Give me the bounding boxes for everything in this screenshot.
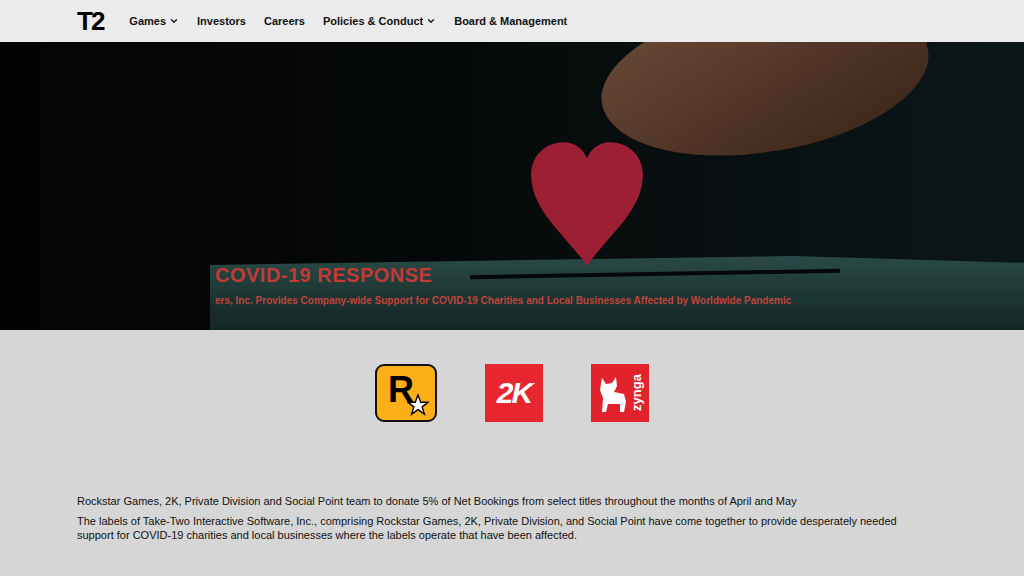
zynga-logo[interactable]: zynga bbox=[591, 364, 649, 422]
logo-text: zynga bbox=[630, 374, 643, 411]
2k-logo[interactable]: 2K bbox=[485, 364, 543, 422]
hero-title: COVID-19 RESPONSE bbox=[215, 264, 1024, 287]
hand bbox=[588, 42, 942, 185]
nav-item[interactable]: Games bbox=[129, 15, 179, 27]
chevron-down-icon bbox=[169, 16, 179, 26]
article-body: The labels of Take-Two Interactive Softw… bbox=[77, 514, 924, 542]
article: Rockstar Games, 2K, Private Division and… bbox=[0, 494, 1024, 542]
nav-item[interactable]: Investors bbox=[197, 15, 246, 27]
rockstar-logo[interactable]: R bbox=[375, 364, 437, 422]
article-intro: Rockstar Games, 2K, Private Division and… bbox=[77, 494, 924, 508]
hero-text: COVID-19 RESPONSE ers, Inc. Provides Comp… bbox=[0, 42, 1024, 306]
dog-icon bbox=[596, 374, 630, 414]
hero-subtitle: ers, Inc. Provides Company-wide Support … bbox=[215, 295, 1024, 306]
nav-item[interactable]: Careers bbox=[264, 15, 305, 27]
heart-icon bbox=[528, 140, 646, 268]
top-nav: T2 Games Investors Careers Policies & Conduc… bbox=[0, 0, 1024, 42]
hero-banner: COVID-19 RESPONSE ers, Inc. Provides Comp… bbox=[0, 42, 1024, 330]
nav-item[interactable]: Board & Management bbox=[454, 15, 567, 27]
chevron-down-icon bbox=[426, 16, 436, 26]
logo-text: 2K bbox=[497, 378, 531, 408]
star-icon bbox=[407, 394, 429, 416]
t2-logo[interactable]: T2 bbox=[77, 8, 103, 34]
page: T2 Games Investors Careers Policies & Conduc… bbox=[0, 0, 1024, 542]
label-logos: R 2K zynga bbox=[0, 330, 1024, 494]
nav-item[interactable]: Policies & Conduct bbox=[323, 15, 436, 27]
